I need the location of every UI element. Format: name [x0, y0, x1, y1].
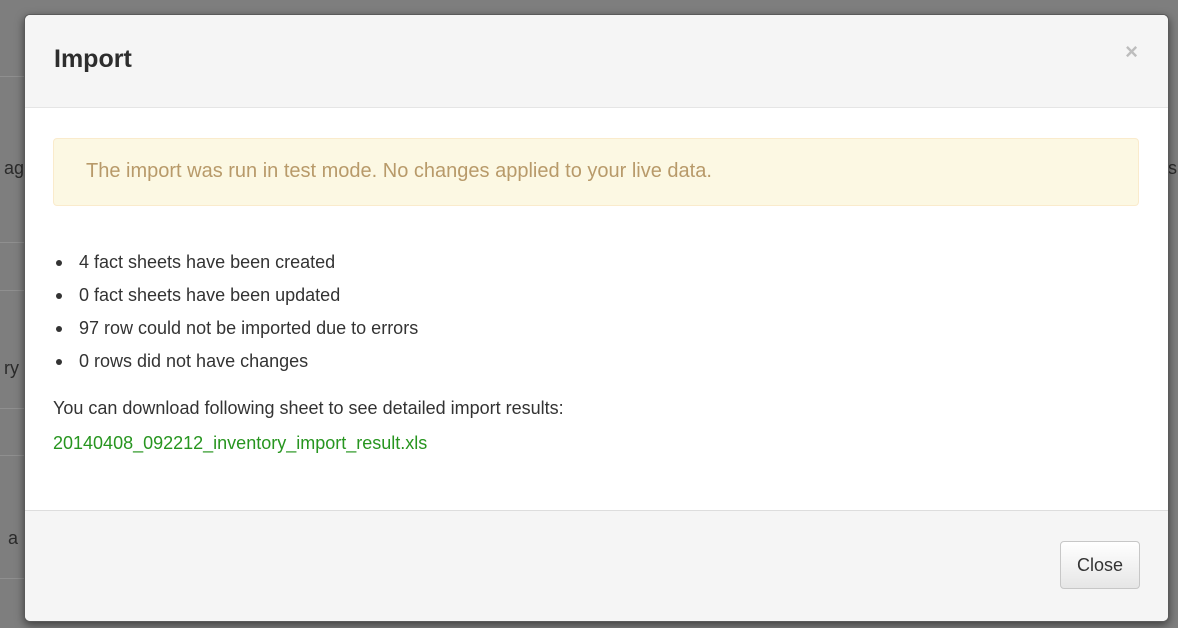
import-results-list: 4 fact sheets have been created 0 fact s… — [53, 246, 418, 378]
modal-footer: Close — [25, 510, 1168, 621]
download-result-link[interactable]: 20140408_092212_inventory_import_result.… — [53, 433, 427, 454]
download-instructions: You can download following sheet to see … — [53, 398, 564, 418]
background-divider — [0, 578, 24, 579]
list-item: 0 fact sheets have been updated — [53, 279, 418, 312]
bullet-icon — [56, 326, 62, 332]
alert-message: The import was run in test mode. No chan… — [86, 160, 712, 182]
list-item: 0 rows did not have changes — [53, 345, 418, 378]
modal-body: The import was run in test mode. No chan… — [25, 108, 1168, 509]
background-divider — [0, 242, 24, 243]
result-text: 97 row could not be imported due to erro… — [79, 318, 419, 338]
background-divider — [0, 290, 24, 291]
close-icon[interactable]: × — [1125, 41, 1138, 63]
result-text: 4 fact sheets have been created — [79, 252, 336, 272]
background-text-fragment: a — [8, 528, 19, 548]
background-text-fragment: ry — [4, 358, 19, 378]
background-divider — [0, 408, 24, 409]
background-divider — [0, 76, 24, 77]
test-mode-alert: The import was run in test mode. No chan… — [53, 138, 1139, 206]
import-dialog: Import × The import was run in test mode… — [24, 14, 1169, 622]
modal-header: Import × — [25, 15, 1168, 108]
result-text: 0 fact sheets have been updated — [79, 285, 341, 305]
background-text-fragment: s — [1168, 158, 1177, 178]
list-item: 4 fact sheets have been created — [53, 246, 418, 279]
close-button[interactable]: Close — [1060, 541, 1140, 589]
bullet-icon — [56, 293, 62, 299]
bullet-icon — [56, 260, 62, 266]
list-item: 97 row could not be imported due to erro… — [53, 312, 418, 345]
result-text: 0 rows did not have changes — [79, 351, 309, 371]
bullet-icon — [56, 359, 62, 365]
modal-title: Import — [54, 45, 132, 73]
background-divider — [0, 455, 24, 456]
background-text-fragment: ag — [4, 158, 25, 178]
